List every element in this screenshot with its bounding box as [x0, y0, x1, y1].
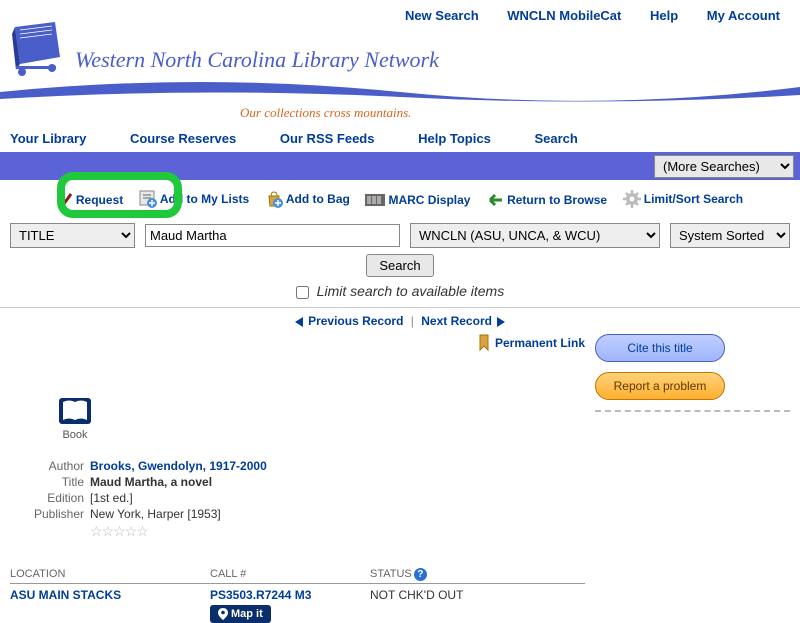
holdings-status-header: STATUS? [370, 568, 530, 581]
arrow-left-icon [295, 317, 303, 327]
gear-icon [623, 190, 641, 208]
site-title: Western North Carolina Library Network [75, 47, 439, 73]
search-input[interactable] [145, 224, 400, 247]
permanent-link[interactable]: Permanent Link [495, 336, 585, 350]
author-label: Author [10, 459, 90, 473]
item-type-label: Book [50, 429, 100, 441]
add-to-bag-button[interactable]: Add to Bag [265, 190, 350, 208]
search-button[interactable]: Search [366, 254, 433, 277]
logo-icon [10, 22, 70, 77]
nav-help-topics[interactable]: Help Topics [418, 131, 491, 146]
limit-available-checkbox[interactable] [296, 286, 309, 299]
arrow-right-icon [497, 317, 505, 327]
nav-search[interactable]: Search [534, 131, 577, 146]
help-link[interactable]: Help [650, 8, 678, 23]
marc-icon [365, 192, 385, 208]
tagline: Our collections cross mountains. [240, 105, 411, 121]
search-scope-select[interactable]: WNCLN (ASU, UNCA, & WCU) [410, 223, 660, 248]
holdings-location-header: LOCATION [10, 568, 210, 581]
book-icon [57, 396, 93, 426]
publisher-label: Publisher [10, 507, 90, 521]
mobilecat-link[interactable]: WNCLN MobileCat [507, 8, 621, 23]
map-pin-icon [218, 608, 228, 620]
limit-available-label: Limit search to available items [317, 283, 505, 299]
publisher-value: New York, Harper [1953] [90, 507, 221, 521]
return-browse-button[interactable]: Return to Browse [486, 192, 607, 208]
map-it-button[interactable]: Map it [210, 605, 271, 623]
request-button[interactable]: Request [57, 192, 123, 208]
nav-rss-feeds[interactable]: Our RSS Feeds [280, 131, 375, 146]
holdings-call-header: CALL # [210, 568, 370, 581]
author-link[interactable]: Brooks, Gwendolyn, 1917-2000 [90, 459, 267, 473]
edition-value: [1st ed.] [90, 491, 133, 505]
title-value: Maud Martha, a novel [90, 475, 212, 489]
swoosh-decoration [0, 77, 800, 107]
title-label: Title [10, 475, 90, 489]
search-sort-select[interactable]: System Sorted [670, 223, 790, 248]
list-add-icon [139, 190, 157, 208]
checkmark-icon [57, 192, 73, 208]
holdings-status-value: NOT CHK'D OUT [370, 588, 530, 623]
add-to-lists-button[interactable]: Add to My Lists [139, 190, 249, 208]
bookmark-icon [477, 334, 491, 352]
new-search-link[interactable]: New Search [405, 8, 479, 23]
rating-stars[interactable]: ☆☆☆☆☆ [90, 523, 585, 540]
nav-course-reserves[interactable]: Course Reserves [130, 131, 236, 146]
marc-display-button[interactable]: MARC Display [365, 192, 470, 208]
previous-record-link[interactable]: Previous Record [308, 314, 403, 328]
back-arrow-icon [486, 192, 504, 208]
status-help-icon[interactable]: ? [414, 568, 427, 581]
bag-add-icon [265, 190, 283, 208]
edition-label: Edition [10, 491, 90, 505]
side-divider [595, 410, 790, 412]
limit-sort-button[interactable]: Limit/Sort Search [623, 190, 743, 208]
my-account-link[interactable]: My Account [707, 8, 780, 23]
holdings-location-value: ASU MAIN STACKS [10, 588, 210, 623]
report-problem-button[interactable]: Report a problem [595, 372, 725, 400]
more-searches-select[interactable]: (More Searches) [654, 155, 794, 178]
search-field-select[interactable]: TITLE [10, 223, 135, 248]
nav-your-library[interactable]: Your Library [10, 131, 86, 146]
holdings-call-link[interactable]: PS3503.R7244 M3 [210, 588, 311, 602]
next-record-link[interactable]: Next Record [421, 314, 492, 328]
cite-title-button[interactable]: Cite this title [595, 334, 725, 362]
